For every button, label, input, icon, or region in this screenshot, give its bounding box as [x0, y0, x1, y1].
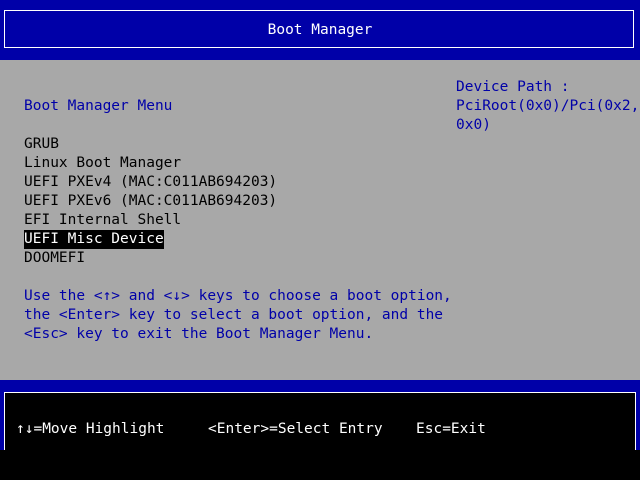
footer-exit-hint: Esc=Exit: [416, 421, 486, 437]
boot-manager-screen: Boot Manager Boot Manager Menu Device Pa…: [0, 0, 640, 480]
boot-option-grub[interactable]: GRUB: [24, 135, 277, 154]
boot-option-efi-internal-shell[interactable]: EFI Internal Shell: [24, 211, 277, 230]
help-text-line-3: <Esc> key to exit the Boot Manager Menu.: [24, 326, 374, 342]
device-path-value: PciRoot(0x0)/Pci(0x2,0x0): [456, 98, 640, 133]
footer-move-hint: ↑↓=Move Highlight: [16, 421, 165, 437]
boot-option-uefi-pxev6[interactable]: UEFI PXEv6 (MAC:C011AB694203): [24, 192, 277, 211]
boot-option-linux-boot-manager[interactable]: Linux Boot Manager: [24, 154, 277, 173]
help-text-line-1: Use the <↑> and <↓> keys to choose a boo…: [24, 288, 452, 304]
footer-select-hint: <Enter>=Select Entry: [208, 421, 383, 437]
footer-bottom-strip: [0, 450, 640, 480]
boot-option-uefi-misc-device[interactable]: UEFI Misc Device: [24, 230, 164, 249]
help-text-line-2: the <Enter> key to select a boot option,…: [24, 307, 444, 323]
boot-option-uefi-pxev4[interactable]: UEFI PXEv4 (MAC:C011AB694203): [24, 173, 277, 192]
device-path-label: Device Path :: [456, 79, 570, 95]
boot-option-list: GRUB Linux Boot Manager UEFI PXEv4 (MAC:…: [24, 135, 277, 268]
menu-title: Boot Manager Menu: [24, 98, 173, 114]
boot-option-doomefi[interactable]: DOOMEFI: [24, 249, 277, 268]
page-title: Boot Manager: [267, 22, 373, 38]
